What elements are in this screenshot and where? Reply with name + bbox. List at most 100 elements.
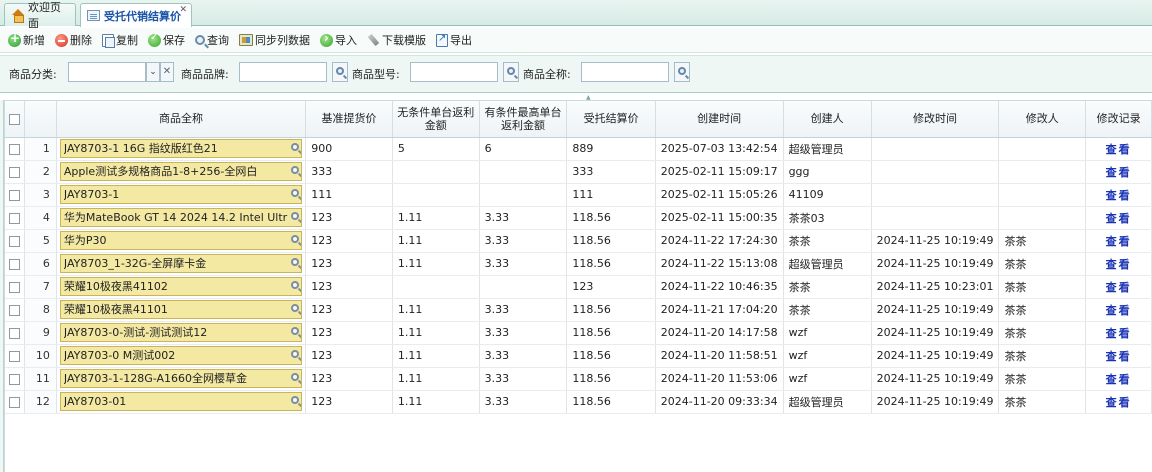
column-header[interactable]: 修改记录 [1085, 101, 1152, 138]
search-icon[interactable] [291, 212, 300, 220]
product-name-field[interactable]: JAY8703-0-测试-测试测试12 [59, 323, 303, 342]
view-history-link[interactable]: 查看 [1106, 166, 1132, 179]
product-name-field[interactable]: 华为P30 [59, 231, 303, 250]
product-name-cell[interactable]: JAY8703-1 [56, 183, 307, 207]
search-icon[interactable] [291, 373, 300, 381]
row-checkbox[interactable] [5, 252, 26, 276]
model-input[interactable] [410, 62, 498, 82]
column-header[interactable]: 基准提货价 [305, 101, 393, 138]
table-row[interactable]: 11 JAY8703-1-128G-A1660全网樱草金 123 1.11 3.33 11… [5, 367, 1152, 391]
select-all-checkbox[interactable] [5, 101, 26, 138]
sync-columns-button[interactable]: 同步列数据 [237, 30, 312, 50]
download-template-button[interactable]: 下载模版 [365, 30, 428, 50]
column-header[interactable]: 有条件最高单台返利金额 [479, 101, 568, 138]
row-checkbox[interactable] [5, 160, 26, 184]
view-history-link[interactable]: 查看 [1106, 396, 1132, 409]
table-row[interactable]: 5 华为P30 123 1.11 3.33 118.56 2024-11-22 17:24:… [5, 229, 1152, 253]
table-row[interactable]: 1 JAY8703-1 16G 指纹版红色21 900 5 6 889 2025-07-03… [5, 137, 1152, 161]
product-name-field[interactable]: 荣耀10极夜黑41101 [59, 300, 303, 319]
row-checkbox[interactable] [5, 298, 26, 322]
product-name-cell[interactable]: JAY8703-0 M测试002 [56, 344, 307, 368]
category-select[interactable] [68, 62, 146, 82]
product-name-cell[interactable]: JAY8703-01 [56, 390, 307, 414]
product-name-field[interactable]: Apple测试多规格商品1-8+256-全网白 [59, 162, 303, 181]
query-button[interactable]: 查询 [193, 30, 231, 50]
product-name-cell[interactable]: 荣耀10极夜黑41102 [56, 275, 307, 299]
product-name-cell[interactable]: 荣耀10极夜黑41101 [56, 298, 307, 322]
copy-button[interactable]: 复制 [100, 30, 140, 50]
view-history-link[interactable]: 查看 [1106, 281, 1132, 294]
product-name-field[interactable]: JAY8703-0 M测试002 [59, 346, 303, 365]
view-history-link[interactable]: 查看 [1106, 143, 1132, 156]
fullname-input[interactable] [581, 62, 669, 82]
row-checkbox[interactable] [5, 321, 26, 345]
column-header[interactable]: 商品全称 [56, 101, 307, 138]
fullname-search-button[interactable] [674, 62, 690, 82]
delete-button[interactable]: 删除 [53, 30, 94, 50]
product-name-cell[interactable]: JAY8703-0-测试-测试测试12 [56, 321, 307, 345]
save-button[interactable]: 保存 [146, 30, 187, 50]
view-history-link[interactable]: 查看 [1106, 235, 1132, 248]
search-icon[interactable] [291, 327, 300, 335]
product-name-cell[interactable]: JAY8703-1 16G 指纹版红色21 [56, 137, 307, 161]
table-row[interactable]: 6 JAY8703_1-32G-全屏摩卡金 123 1.11 3.33 118.56 202… [5, 252, 1152, 276]
column-header[interactable]: 无条件单台返利金额 [392, 101, 480, 138]
export-button[interactable]: 导出 [434, 30, 474, 50]
view-history-link[interactable]: 查看 [1106, 327, 1132, 340]
product-name-cell[interactable]: 华为MateBook GT 14 2024 14.2 Intel Ultr [56, 206, 307, 230]
search-icon[interactable] [291, 235, 300, 243]
product-name-field[interactable]: 荣耀10极夜黑41102 [59, 277, 303, 296]
view-history-link[interactable]: 查看 [1106, 212, 1132, 225]
view-history-link[interactable]: 查看 [1106, 304, 1132, 317]
view-history-link[interactable]: 查看 [1106, 189, 1132, 202]
product-name-field[interactable]: JAY8703_1-32G-全屏摩卡金 [59, 254, 303, 273]
row-checkbox[interactable] [5, 229, 26, 253]
add-button[interactable]: 新增 [6, 30, 47, 50]
table-row[interactable]: 9 JAY8703-0-测试-测试测试12 123 1.11 3.33 118.56 202… [5, 321, 1152, 345]
view-history-link[interactable]: 查看 [1106, 258, 1132, 271]
clear-icon[interactable]: ✕ [160, 62, 174, 82]
brand-input[interactable] [239, 62, 327, 82]
product-name-cell[interactable]: JAY8703_1-32G-全屏摩卡金 [56, 252, 307, 276]
product-name-cell[interactable]: JAY8703-1-128G-A1660全网樱草金 [56, 367, 307, 391]
column-header[interactable]: 受托结算价 [566, 101, 656, 138]
table-row[interactable]: 2 Apple测试多规格商品1-8+256-全网白 333 333 2025-02-11… [5, 160, 1152, 184]
row-checkbox[interactable] [5, 206, 26, 230]
chevron-down-icon[interactable]: ⌄ [146, 62, 160, 82]
table-row[interactable]: 3 JAY8703-1 111 111 2025-02-11 15:05:26 41109… [5, 183, 1152, 207]
column-header[interactable]: 修改人 [998, 101, 1087, 138]
column-header[interactable]: 修改时间 [871, 101, 1000, 138]
product-name-field[interactable]: JAY8703-1-128G-A1660全网樱草金 [59, 369, 303, 388]
search-icon[interactable] [291, 350, 300, 358]
search-icon[interactable] [291, 396, 300, 404]
column-header[interactable]: 创建时间 [655, 101, 784, 138]
view-history-link[interactable]: 查看 [1106, 373, 1132, 386]
product-name-cell[interactable]: 华为P30 [56, 229, 307, 253]
row-checkbox[interactable] [5, 390, 26, 414]
table-row[interactable]: 10 JAY8703-0 M测试002 123 1.11 3.33 118.56 2024-… [5, 344, 1152, 368]
search-icon[interactable] [291, 189, 300, 197]
product-name-field[interactable]: JAY8703-01 [59, 392, 303, 411]
product-name-field[interactable]: JAY8703-1 [59, 185, 303, 204]
brand-search-button[interactable] [332, 62, 348, 82]
model-search-button[interactable] [503, 62, 519, 82]
search-icon[interactable] [291, 143, 300, 151]
row-checkbox[interactable] [5, 367, 26, 391]
product-name-field[interactable]: JAY8703-1 16G 指纹版红色21 [59, 139, 303, 158]
product-name-field[interactable]: 华为MateBook GT 14 2024 14.2 Intel Ultr [59, 208, 303, 227]
search-icon[interactable] [291, 258, 300, 266]
tab-consignment-settlement-price[interactable]: 受托代销结算价 ✕ [80, 3, 192, 27]
view-history-link[interactable]: 查看 [1106, 350, 1132, 363]
import-button[interactable]: 导入 [318, 30, 359, 50]
search-icon[interactable] [291, 166, 300, 174]
search-icon[interactable] [291, 304, 300, 312]
tab-welcome[interactable]: 欢迎页面 [4, 1, 76, 30]
search-icon[interactable] [291, 281, 300, 289]
close-icon[interactable]: ✕ [179, 5, 187, 15]
row-checkbox[interactable] [5, 344, 26, 368]
row-checkbox[interactable] [5, 275, 26, 299]
table-row[interactable]: 8 荣耀10极夜黑41101 123 1.11 3.33 118.56 2024-11-21… [5, 298, 1152, 322]
table-row[interactable]: 7 荣耀10极夜黑41102 123 123 2024-11-22 10:46:35 茶茶… [5, 275, 1152, 299]
row-checkbox[interactable] [5, 183, 26, 207]
row-checkbox[interactable] [5, 137, 26, 161]
